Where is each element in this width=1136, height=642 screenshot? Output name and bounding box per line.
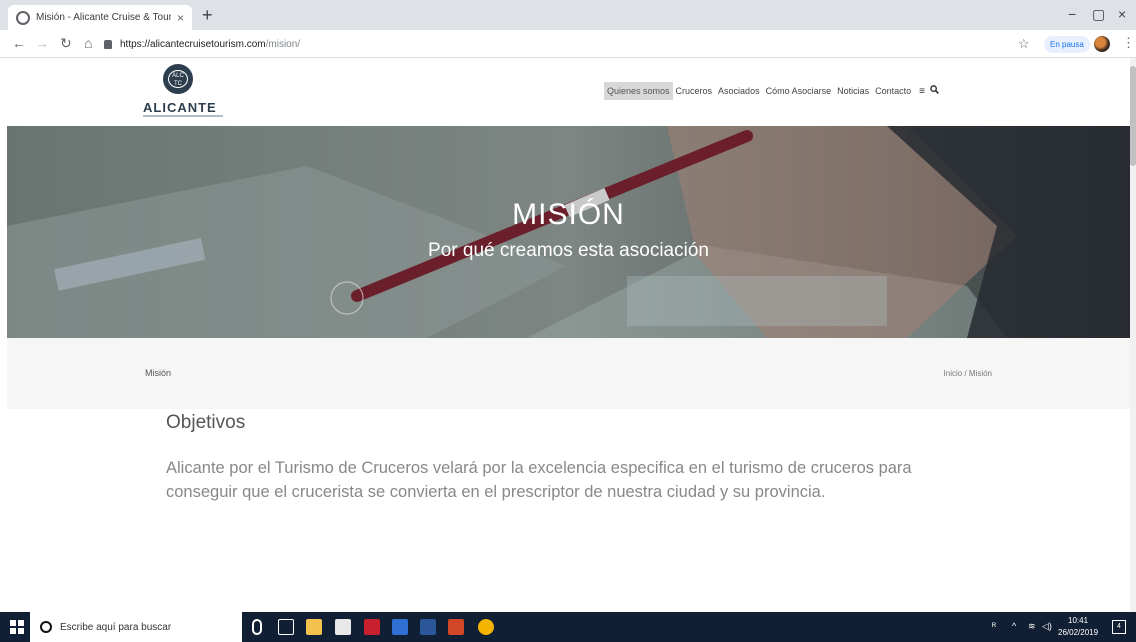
task-view-icon[interactable]: [278, 619, 294, 635]
address-bar[interactable]: https://alicantecruisetourism.com/mision…: [104, 34, 904, 54]
main-nav: Quienes somos Cruceros Asociados Cómo As…: [604, 82, 939, 100]
nav-cruceros[interactable]: Cruceros: [673, 82, 716, 100]
section-heading: Objetivos: [166, 412, 246, 433]
hero-banner: MISIÓN Por qué creamos esta asociación: [7, 126, 1130, 338]
browser-menu-icon[interactable]: ⋮: [1122, 35, 1135, 51]
volume-icon[interactable]: ◁): [1042, 621, 1052, 632]
hero-title: MISIÓN: [512, 198, 625, 231]
app-gift-icon[interactable]: [364, 619, 380, 635]
page-title: Misión: [145, 368, 172, 378]
page-viewport: ALC TC ALICANTE Quienes somos Cruceros A…: [0, 58, 1136, 612]
maximize-button[interactable]: ▢: [1092, 6, 1105, 23]
taskbar-search[interactable]: Escribe aquí para buscar: [30, 612, 242, 642]
chrome-icon[interactable]: [478, 619, 494, 635]
breadcrumb[interactable]: Inicio / Misión: [944, 369, 992, 378]
clock-date: 26/02/2019: [1058, 628, 1099, 637]
outlook-icon[interactable]: [392, 619, 408, 635]
site-header: ALC TC ALICANTE Quienes somos Cruceros A…: [0, 58, 1130, 126]
clock-time: 10:41: [1068, 616, 1089, 625]
logo-tagline-line: [143, 115, 223, 117]
notification-center-icon[interactable]: 4: [1112, 620, 1126, 634]
logo-mark-text: ALC TC: [168, 70, 188, 88]
tray-expand-icon[interactable]: ^: [1012, 621, 1016, 631]
browser-tab[interactable]: Misión - Alicante Cruise & Touri ×: [8, 5, 192, 30]
nav-noticias[interactable]: Noticias: [834, 82, 872, 100]
hero-subtitle: Por qué creamos esta asociación: [428, 240, 709, 261]
nav-quienes-somos[interactable]: Quienes somos: [604, 82, 673, 100]
sync-paused-badge[interactable]: En pausa: [1044, 36, 1090, 53]
page-scrollbar[interactable]: [1130, 58, 1136, 612]
tab-title: Misión - Alicante Cruise & Touri: [36, 12, 171, 23]
home-icon[interactable]: ⌂: [84, 35, 92, 51]
lock-icon: [104, 39, 112, 49]
arrow-forward-icon[interactable]: →: [35, 35, 49, 51]
section-paragraph: Alicante por el Turismo de Cruceros vela…: [166, 459, 912, 501]
logo-mark[interactable]: ALC TC: [163, 64, 193, 94]
search-icon[interactable]: [930, 85, 939, 97]
cortana-icon: [40, 621, 52, 633]
logo-text[interactable]: ALICANTE: [143, 100, 217, 115]
minimize-button[interactable]: −: [1068, 6, 1076, 22]
people-icon[interactable]: ᴿ: [992, 621, 996, 631]
network-icon[interactable]: ≋: [1028, 621, 1036, 632]
hamburger-menu-icon[interactable]: ≡: [919, 86, 925, 97]
tab-strip: Misión - Alicante Cruise & Touri × + − ▢…: [0, 0, 1136, 30]
browser-toolbar: ← → ↻ ⌂ https://alicantecruisetourism.co…: [0, 30, 1136, 58]
close-tab-icon[interactable]: ×: [177, 11, 184, 25]
windows-start-icon[interactable]: [10, 620, 24, 634]
url-path: /mision/: [265, 38, 301, 50]
arrow-back-icon[interactable]: ←: [12, 35, 26, 51]
new-tab-button[interactable]: +: [202, 5, 213, 25]
bookmark-star-icon[interactable]: ☆: [1018, 36, 1030, 52]
nav-como-asociarse[interactable]: Cómo Asociarse: [763, 82, 835, 100]
url-host: https://alicantecruisetourism.com: [120, 38, 266, 50]
breadcrumb-bar: Misión Inicio / Misión: [7, 338, 1130, 409]
powerpoint-icon[interactable]: [448, 619, 464, 635]
nav-contacto[interactable]: Contacto: [872, 82, 914, 100]
windows-taskbar: Escribe aquí para buscar ᴿ ^ ≋ ◁) 10:41 …: [0, 612, 1136, 642]
nav-asociados[interactable]: Asociados: [715, 82, 763, 100]
browser-window: Misión - Alicante Cruise & Touri × + − ▢…: [0, 0, 1136, 642]
store-icon[interactable]: [335, 619, 351, 635]
hero-background-image: [7, 126, 1130, 338]
globe-icon: [16, 10, 30, 25]
file-explorer-icon[interactable]: [306, 619, 322, 635]
close-window-button[interactable]: ×: [1118, 6, 1126, 22]
microphone-icon[interactable]: [252, 619, 262, 635]
scrollbar-thumb[interactable]: [1130, 66, 1136, 166]
taskbar-search-placeholder: Escribe aquí para buscar: [60, 621, 172, 633]
word-icon[interactable]: [420, 619, 436, 635]
taskbar-clock[interactable]: 10:41 26/02/2019: [1058, 615, 1098, 639]
profile-avatar[interactable]: [1094, 36, 1110, 52]
reload-icon[interactable]: ↻: [60, 35, 72, 52]
